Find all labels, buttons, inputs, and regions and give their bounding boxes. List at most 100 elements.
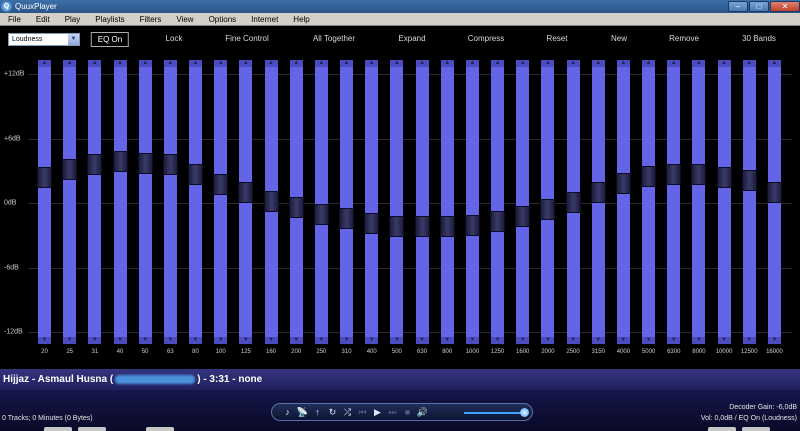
arrow-up-icon[interactable]: ▲ [289, 60, 303, 67]
arrow-up-icon[interactable]: ▲ [516, 60, 530, 67]
arrow-up-icon[interactable]: ▲ [692, 60, 706, 67]
fine-control-button[interactable]: Fine Control [225, 32, 269, 47]
eq-band-thumb[interactable] [666, 163, 682, 185]
minimize-button[interactable]: – [728, 1, 748, 12]
arrow-down-icon[interactable]: ▼ [340, 337, 354, 344]
reset-button[interactable]: Reset [547, 32, 568, 47]
remove-button[interactable]: Remove [669, 32, 699, 47]
eq-band-thumb[interactable] [540, 199, 556, 221]
arrow-up-icon[interactable]: ▲ [717, 60, 731, 67]
arrow-down-icon[interactable]: ▼ [742, 337, 756, 344]
arrow-up-icon[interactable]: ▲ [264, 60, 278, 67]
arrow-down-icon[interactable]: ▼ [289, 337, 303, 344]
eq-band-slider[interactable]: ▲ ▼ [112, 60, 128, 344]
eq-band-thumb[interactable] [641, 166, 657, 188]
arrow-up-icon[interactable]: ▲ [642, 60, 656, 67]
taskbar-button[interactable] [44, 427, 72, 431]
arrow-up-icon[interactable]: ▲ [591, 60, 605, 67]
eq-band-slider[interactable]: ▲ ▼ [288, 60, 304, 344]
arrow-down-icon[interactable]: ▼ [390, 337, 404, 344]
eq-band-slider[interactable]: ▲ ▼ [691, 60, 707, 344]
arrow-up-icon[interactable]: ▲ [541, 60, 555, 67]
eq-band-slider[interactable]: ▲ ▼ [515, 60, 531, 344]
arrow-up-icon[interactable]: ▲ [63, 60, 77, 67]
arrow-down-icon[interactable]: ▼ [214, 337, 228, 344]
eq-band-slider[interactable]: ▲ ▼ [339, 60, 355, 344]
eq-band-slider[interactable]: ▲ ▼ [87, 60, 103, 344]
eq-band-thumb[interactable] [766, 182, 782, 204]
30-bands-button[interactable]: 30 Bands [742, 32, 776, 47]
maximize-button[interactable]: □ [749, 1, 769, 12]
arrow-down-icon[interactable]: ▼ [541, 337, 555, 344]
eq-band-slider[interactable]: ▲ ▼ [137, 60, 153, 344]
stop-icon[interactable]: ■ [400, 405, 415, 419]
new-button[interactable]: New [611, 32, 627, 47]
menu-help[interactable]: Help [285, 15, 316, 24]
next-icon[interactable]: ⏭ [385, 405, 400, 419]
arrow-up-icon[interactable]: ▲ [465, 60, 479, 67]
eq-band-thumb[interactable] [716, 167, 732, 189]
eq-band-thumb[interactable] [137, 153, 153, 175]
arrow-up-icon[interactable]: ▲ [365, 60, 379, 67]
arrow-up-icon[interactable]: ▲ [491, 60, 505, 67]
music-note-icon[interactable]: ♪ [280, 405, 295, 419]
arrow-down-icon[interactable]: ▼ [692, 337, 706, 344]
arrow-down-icon[interactable]: ▼ [516, 337, 530, 344]
eq-band-thumb[interactable] [162, 154, 178, 176]
arrow-down-icon[interactable]: ▼ [88, 337, 102, 344]
eq-band-thumb[interactable] [188, 163, 204, 185]
eq-band-slider[interactable]: ▲ ▼ [313, 60, 329, 344]
arrow-down-icon[interactable]: ▼ [667, 337, 681, 344]
eq-band-slider[interactable]: ▲ ▼ [162, 60, 178, 344]
eq-band-thumb[interactable] [590, 182, 606, 204]
menu-filters[interactable]: Filters [132, 15, 169, 24]
eq-band-slider[interactable]: ▲ ▼ [540, 60, 556, 344]
arrow-down-icon[interactable]: ▼ [239, 337, 253, 344]
taskbar-button[interactable] [742, 427, 770, 431]
expand-button[interactable]: Expand [398, 32, 425, 47]
compress-button[interactable]: Compress [468, 32, 504, 47]
repeat-icon[interactable]: ↻ [325, 405, 340, 419]
arrow-up-icon[interactable]: ▲ [314, 60, 328, 67]
arrow-up-icon[interactable]: ▲ [239, 60, 253, 67]
eq-band-slider[interactable]: ▲ ▼ [238, 60, 254, 344]
eq-band-slider[interactable]: ▲ ▼ [263, 60, 279, 344]
eq-band-thumb[interactable] [87, 154, 103, 176]
arrow-down-icon[interactable]: ▼ [38, 337, 51, 344]
all-together-button[interactable]: All Together [313, 32, 355, 47]
menu-edit[interactable]: Edit [28, 15, 57, 24]
eq-band-thumb[interactable] [389, 215, 405, 237]
menu-file[interactable]: File [0, 15, 28, 24]
arrow-down-icon[interactable]: ▼ [163, 337, 177, 344]
arrow-up-icon[interactable]: ▲ [767, 60, 781, 67]
eq-band-thumb[interactable] [615, 172, 631, 194]
eq-band-thumb[interactable] [439, 215, 455, 237]
eq-band-slider[interactable]: ▲ ▼ [414, 60, 430, 344]
eq-band-thumb[interactable] [414, 215, 430, 237]
close-button[interactable]: ✕ [770, 1, 800, 12]
eq-band-thumb[interactable] [339, 208, 355, 230]
play-icon[interactable]: ▶ [370, 405, 385, 419]
arrow-down-icon[interactable]: ▼ [491, 337, 505, 344]
arrow-down-icon[interactable]: ▼ [415, 337, 429, 344]
eq-band-thumb[interactable] [37, 167, 52, 189]
eq-band-slider[interactable]: ▲ ▼ [590, 60, 606, 344]
arrow-down-icon[interactable]: ▼ [566, 337, 580, 344]
arrow-down-icon[interactable]: ▼ [465, 337, 479, 344]
eq-band-thumb[interactable] [263, 190, 279, 212]
arrow-up-icon[interactable]: ▲ [667, 60, 681, 67]
taskbar-button[interactable] [146, 427, 174, 431]
eq-band-slider[interactable]: ▲ ▼ [188, 60, 204, 344]
arrow-up-icon[interactable]: ▲ [742, 60, 756, 67]
eq-band-slider[interactable]: ▲ ▼ [213, 60, 229, 344]
eq-band-thumb[interactable] [490, 211, 506, 233]
previous-icon[interactable]: ⏮ [355, 405, 370, 419]
arrow-down-icon[interactable]: ▼ [642, 337, 656, 344]
eq-band-thumb[interactable] [62, 158, 78, 180]
menu-playlists[interactable]: Playlists [87, 15, 131, 24]
menu-view[interactable]: View [168, 15, 200, 24]
eq-band-slider[interactable]: ▲ ▼ [37, 60, 52, 344]
eq-band-thumb[interactable] [112, 151, 128, 173]
eq-band-thumb[interactable] [213, 173, 229, 195]
menu-internet[interactable]: Internet [243, 15, 285, 24]
